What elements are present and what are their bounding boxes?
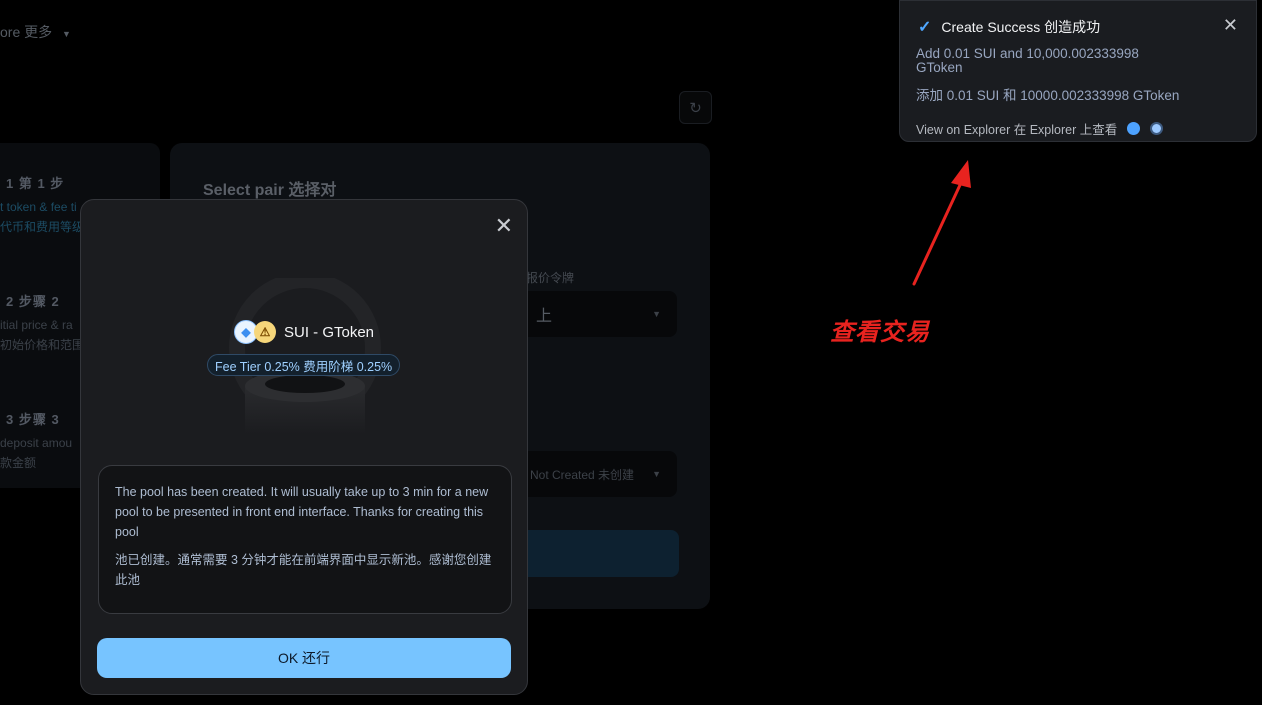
gtoken-warning-icon: ⚠: [253, 321, 276, 343]
fee-tier-badge: Fee Tier 0.25% 费用阶梯 0.25%: [207, 354, 401, 376]
annotation-label: 查看交易: [830, 319, 930, 346]
message-en: The pool has been created. It will usual…: [115, 485, 489, 539]
close-icon[interactable]: ✕: [495, 215, 513, 237]
pair-row: ◆ ⚠ SUI - GToken: [81, 320, 527, 344]
ok-button[interactable]: OK 还行: [97, 638, 511, 678]
pair-label: SUI - GToken: [283, 323, 375, 341]
message-box: The pool has been created. It will usual…: [98, 465, 512, 614]
pool-created-modal: ✕ ◆ ⚠ SUI - GToken Fee Tier 0.25% 费用阶梯 0…: [80, 199, 528, 695]
message-zh: 池已创建。通常需要 3 分钟才能在前端界面中显示新池。感谢您创建此池: [115, 553, 492, 587]
